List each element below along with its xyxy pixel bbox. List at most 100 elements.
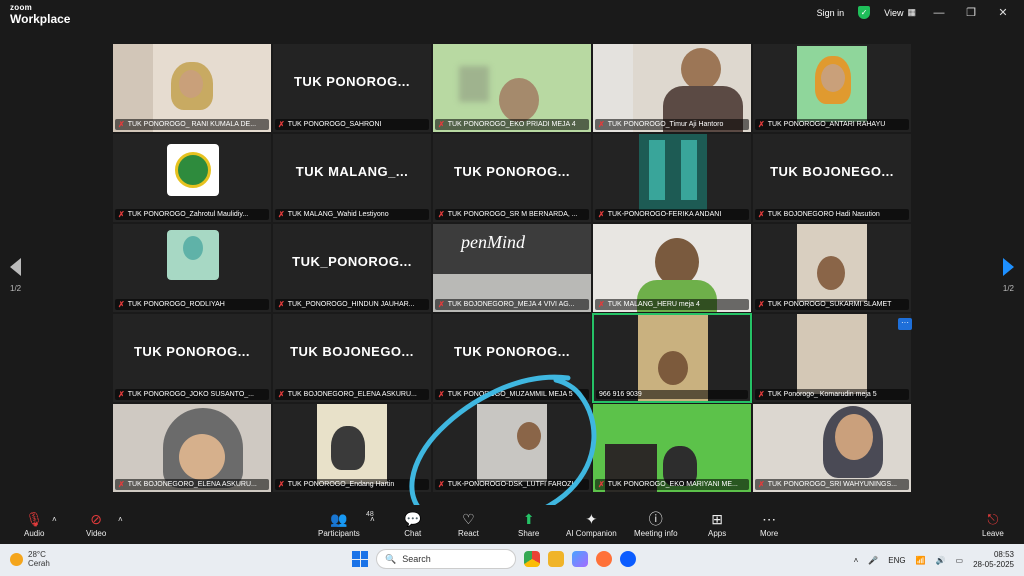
view-button[interactable]: View ▦ (884, 7, 916, 18)
wifi-icon[interactable]: 📶 (916, 556, 926, 565)
meeting-info-label: Meeting info (634, 529, 678, 538)
participant-tile[interactable]: ✗ TUK PONOROGO_SUKARMI SLAMET (752, 223, 912, 313)
video-off-icon: ⊘ (90, 511, 103, 527)
taskbar-search[interactable]: 🔍 Search (376, 549, 516, 569)
share-screen-icon: ⬆ (522, 511, 535, 527)
participant-tile[interactable]: TUK BOJONEGO... ✗ TUK BOJONEGORO Hadi Nas… (752, 133, 912, 223)
participant-tile[interactable]: ✗ TUK PONOROGO_ANTARI RAHAYU (752, 43, 912, 133)
participant-tile[interactable]: ✗ TUK-PONOROGO-FERIKA ANDANI (592, 133, 752, 223)
restore-icon[interactable]: ❐ (962, 6, 980, 19)
participant-tile[interactable]: ✗ TUK PONOROGO_SRI WAHYUNINGS... (752, 403, 912, 493)
chat-label: Chat (404, 529, 422, 538)
weather-widget[interactable]: 28°C Cerah (10, 550, 50, 568)
participant-tile[interactable]: TUK_PONOROG... ✗ TUK_PONOROGO_HINDUN JAUH… (272, 223, 432, 313)
participants-button[interactable]: 👥 48 Participants (318, 511, 374, 538)
ai-companion-button[interactable]: ✦ AI Companion (566, 511, 617, 538)
volume-icon[interactable]: 🔊 (936, 556, 946, 565)
participant-tile[interactable]: ✗ TUK BOJONEGORO_ELENA ASKURU... (112, 403, 272, 493)
mic-muted-icon: ✗ (598, 120, 605, 129)
participant-face (517, 422, 541, 450)
participant-tile[interactable]: ✗ TUK PONOROGO_EKO PRIADI MEJA 4 (432, 43, 592, 133)
leave-button[interactable]: ⎋ Leave (982, 511, 1004, 538)
zoom-app-icon[interactable] (620, 551, 636, 567)
audio-options-chevron-icon[interactable]: ˄ (52, 515, 57, 524)
microphone-icon[interactable]: 🎤 (868, 556, 878, 565)
active-speaker-tile[interactable]: 966 916 9039 (592, 313, 752, 403)
participant-tile[interactable]: ✗ TUK Ponorogo_ Komarudin meja 5 (752, 313, 912, 403)
participant-tile[interactable]: TUK PONOROG... ✗ TUK PONOROGO_SR M BERNAR… (432, 133, 592, 223)
participant-tile[interactable]: ✗ TUK MALANG_HERU meja 4 (592, 223, 752, 313)
windows-start-icon[interactable] (352, 551, 368, 567)
video-button[interactable]: ⊘ Video (86, 511, 106, 538)
react-label: React (458, 529, 479, 538)
mic-muted-icon: ✗ (278, 390, 285, 399)
participant-tile[interactable]: penMind ✗ TUK BOJONEGORO_MEJA 4 VIVI AG..… (432, 223, 592, 313)
video-options-chevron-icon[interactable]: ˄ (118, 515, 123, 524)
leave-label: Leave (982, 529, 1004, 538)
mic-muted-icon: ✗ (118, 480, 125, 489)
search-placeholder: Search (402, 554, 431, 564)
mic-muted-icon: 🎙 (25, 511, 44, 527)
mic-muted-icon: ✗ (598, 300, 605, 309)
chat-button[interactable]: 💬 Chat (404, 511, 421, 538)
chrome-icon[interactable] (524, 551, 540, 567)
mic-muted-icon: ✗ (118, 120, 125, 129)
participant-tile[interactable]: ✗ TUK PONOROGO_EKO MARIYANI ME... (592, 403, 752, 493)
chat-icon: 💬 (404, 511, 422, 527)
file-explorer-icon[interactable] (548, 551, 564, 567)
participant-name: TUK PONOROGO_SUKARMI SLAMET (767, 301, 892, 308)
more-button[interactable]: ⋯ More (760, 511, 778, 538)
participant-name: TUK MALANG_Wahid Lestiyono (287, 211, 389, 218)
participant-tile[interactable]: ✗ TUK PONOROGO_RODLIYAH (112, 223, 272, 313)
clock-time: 08:53 (993, 550, 1014, 559)
participant-tile[interactable]: ✗ TUK PONOROGO_ RANI KUMALA DE... (112, 43, 272, 133)
participant-tile[interactable]: ✗ TUK-PONOROGO-DSK_LUTFI FAROZI (432, 403, 592, 493)
clock-date: 28-05-2025 (973, 560, 1014, 569)
share-label: Share (518, 529, 540, 538)
sign-in-link[interactable]: Sign in (817, 8, 845, 18)
gallery-grid: ✗ TUK PONOROGO_ RANI KUMALA DE... TUK PON… (112, 43, 914, 495)
curtain-right (681, 140, 697, 200)
participant-tile[interactable]: ✗ TUK PONOROGO_Endang Hartin (272, 403, 432, 493)
participant-display-name: TUK PONOROG... (453, 344, 571, 359)
meeting-info-button[interactable]: ⓘ Meeting info (634, 511, 678, 538)
participant-tile[interactable]: TUK MALANG_... ✗ TUK MALANG_Wahid Lestiyo… (272, 133, 432, 223)
participant-name: TUK BOJONEGORO Hadi Nasution (767, 211, 880, 218)
weather-temp: 28°C (28, 550, 46, 559)
share-button[interactable]: ⬆ Share (518, 511, 539, 538)
participant-tile[interactable]: TUK PONOROG... ✗ TUK PONOROGO_JOKO SUSANT… (112, 313, 272, 403)
more-options-icon[interactable]: ··· (898, 318, 912, 330)
apps-button[interactable]: ⊞ Apps (708, 511, 726, 538)
audio-button[interactable]: 🎙 Audio (24, 511, 44, 538)
mic-muted-icon: ✗ (758, 210, 765, 219)
participant-tile[interactable]: TUK PONOROG... ✗ TUK PONOROGO_SAHRONI (272, 43, 432, 133)
participant-name: TUK BOJONEGORO_MEJA 4 VIVI AG... (447, 301, 575, 308)
close-icon[interactable]: ✕ (994, 6, 1012, 19)
copilot-icon[interactable] (572, 551, 588, 567)
next-page-button[interactable]: 1/2 (1003, 258, 1014, 293)
participant-face (179, 434, 225, 480)
react-button[interactable]: ♡ React (458, 511, 479, 538)
participant-name: TUK PONOROGO_ RANI KUMALA DE... (127, 121, 257, 128)
participant-tile[interactable]: ✗ TUK PONOROGO_Zahrotul Maulidiy... (112, 133, 272, 223)
participants-options-chevron-icon[interactable]: ˄ (370, 515, 375, 524)
battery-icon[interactable]: ▭ (956, 556, 964, 565)
firefox-icon[interactable] (596, 551, 612, 567)
prev-page-button[interactable]: 1/2 (10, 258, 21, 293)
mic-muted-icon: ✗ (438, 480, 445, 489)
weather-sun-icon (10, 552, 23, 566)
minimize-icon[interactable]: — (930, 7, 948, 19)
participant-name: TUK PONOROGO_EKO MARIYANI ME... (607, 481, 738, 488)
mic-muted-icon: ✗ (438, 120, 445, 129)
security-shield-icon[interactable]: ✓ (858, 6, 871, 19)
input-language[interactable]: ENG (888, 556, 905, 565)
tray-chevron-icon[interactable]: ˄ (854, 556, 859, 565)
participant-tile[interactable]: TUK BOJONEGO... ✗ TUK BOJONEGORO_ELENA AS… (272, 313, 432, 403)
participant-name: TUK PONOROGO_SAHRONI (287, 121, 382, 128)
mic-muted-icon: ✗ (118, 210, 125, 219)
participant-tile[interactable]: TUK PONOROG... ✗ TUK PONOROGO_MUZAMMIL ME… (432, 313, 592, 403)
clock[interactable]: 08:53 28-05-2025 (973, 550, 1014, 570)
participant-tile[interactable]: ✗ TUK PONOROGO_Timur Aji Hantoro (592, 43, 752, 133)
participant-display-name: TUK BOJONEGO... (290, 344, 414, 359)
participant-face (835, 414, 873, 460)
